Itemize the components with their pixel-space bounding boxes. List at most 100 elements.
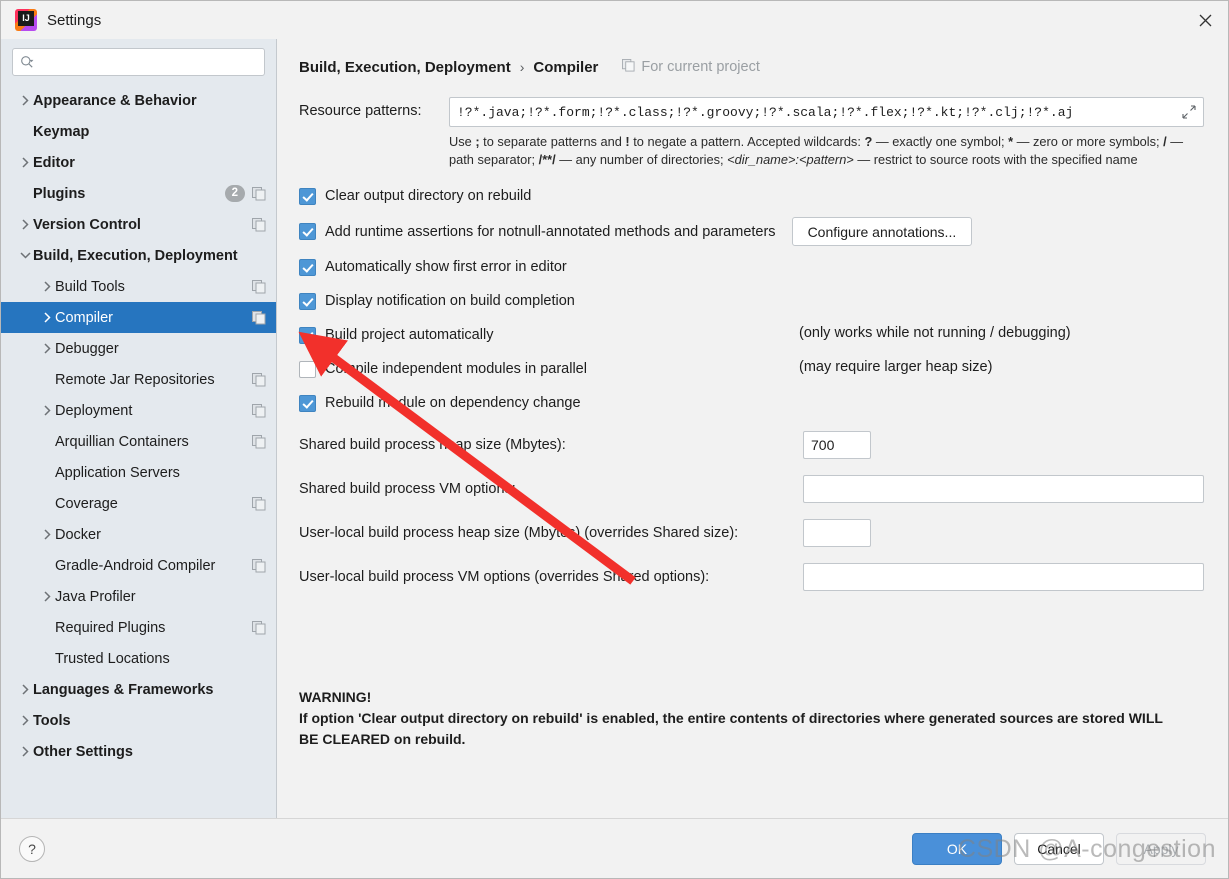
checkbox-checked-icon[interactable] (299, 394, 316, 412)
settings-tree: Appearance & Behavior Keymap Editor Plugins… (1, 84, 276, 818)
sidebar-item-build-tools[interactable]: Build Tools (1, 271, 276, 302)
hint-part: — any number of directories; (555, 152, 728, 167)
sidebar-item-required-plugins[interactable]: Required Plugins (1, 612, 276, 643)
checkbox-checked-icon[interactable] (299, 187, 316, 205)
hint-part: — zero or more symbols; (1013, 134, 1164, 149)
search-box[interactable] (12, 48, 265, 76)
checkbox-checked-icon[interactable] (299, 258, 316, 276)
sidebar-item-languages-frameworks[interactable]: Languages & Frameworks (1, 674, 276, 705)
sidebar-item-application-servers[interactable]: Application Servers (1, 457, 276, 488)
sidebar-item-appearance-behavior[interactable]: Appearance & Behavior (1, 85, 276, 116)
sidebar-item-trusted-locations[interactable]: Trusted Locations (1, 643, 276, 674)
search-input[interactable] (35, 53, 257, 71)
help-button[interactable]: ? (19, 835, 45, 862)
checkbox-checked-icon[interactable] (299, 292, 316, 310)
field-input[interactable] (803, 519, 871, 547)
copy-scope-icon (252, 372, 266, 387)
sidebar-item-label: Docker (55, 526, 101, 543)
option-row: Add runtime assertions for notnull-annot… (299, 217, 1204, 246)
checkbox-checked-icon[interactable] (299, 326, 316, 344)
chevron-right-icon (39, 343, 55, 354)
field-input[interactable] (803, 431, 871, 459)
checkbox-unchecked-icon[interactable] (299, 360, 316, 378)
copy-scope-icon (252, 620, 266, 635)
sidebar-item-label: Debugger (55, 340, 119, 357)
sidebar-item-label: Required Plugins (55, 619, 166, 636)
sidebar-item-compiler[interactable]: Compiler (1, 302, 276, 333)
copy-scope-icon (252, 310, 266, 325)
checkbox-checked-icon[interactable] (299, 223, 316, 240)
sidebar-item-tools[interactable]: Tools (1, 705, 276, 736)
checkbox-clear-output-directory-on-rebuild[interactable]: Clear output directory on rebuild (299, 183, 1204, 209)
chevron-down-icon (17, 251, 33, 260)
sidebar-item-label: Gradle-Android Compiler (55, 557, 216, 574)
field-input[interactable] (803, 563, 1204, 591)
checkbox-automatically-show-first-error-in-editor[interactable]: Automatically show first error in editor (299, 254, 1204, 280)
checkbox-rebuild-module-on-dependency-change[interactable]: Rebuild module on dependency change (299, 390, 1204, 416)
hint-dirname: <dir_name>:<pattern> (727, 152, 854, 167)
sidebar-item-label: Compiler (55, 309, 114, 326)
breadcrumb-leaf: Compiler (533, 58, 599, 76)
sidebar-item-java-profiler[interactable]: Java Profiler (1, 581, 276, 612)
sidebar-item-docker[interactable]: Docker (1, 519, 276, 550)
warning-text: If option 'Clear output directory on reb… (299, 710, 1163, 747)
copy-scope-icon (252, 403, 266, 418)
hint-part: — exactly one symbol; (872, 134, 1009, 149)
expand-icon[interactable] (1182, 105, 1196, 119)
build-process-fields: Shared build process heap size (Mbytes):… (299, 430, 1204, 592)
search-icon (20, 55, 35, 70)
compiler-settings-panel: Build, Execution, Deployment › Compiler … (277, 39, 1228, 818)
sidebar-item-label: Build, Execution, Deployment (33, 247, 238, 264)
settings-sidebar: Appearance & Behavior Keymap Editor Plugins… (1, 39, 277, 818)
for-current-project-text: For current project (641, 59, 760, 75)
breadcrumb-root[interactable]: Build, Execution, Deployment (299, 59, 511, 76)
chevron-right-icon (17, 95, 33, 106)
sidebar-item-label: Remote Jar Repositories (55, 371, 215, 388)
field-label: User-local build process heap size (Mbyt… (299, 525, 739, 541)
sidebar-item-label: Arquillian Containers (55, 433, 189, 450)
sidebar-item-version-control[interactable]: Version Control (1, 209, 276, 240)
sidebar-item-build-execution-deployment[interactable]: Build, Execution, Deployment (1, 240, 276, 271)
copy-scope-icon (622, 58, 635, 76)
checkbox-compile-independent-modules-in-parallel[interactable]: Compile independent modules in parallel (299, 356, 1204, 382)
field-row: User-local build process heap size (Mbyt… (299, 518, 1204, 548)
sidebar-item-debugger[interactable]: Debugger (1, 333, 276, 364)
sidebar-item-editor[interactable]: Editor (1, 147, 276, 178)
chevron-right-icon (17, 715, 33, 726)
field-input[interactable] (803, 475, 1204, 503)
chevron-right-icon (39, 529, 55, 540)
sidebar-item-label: Deployment (55, 402, 133, 419)
sidebar-item-label: Application Servers (55, 464, 180, 481)
resource-patterns-input[interactable] (449, 97, 1204, 127)
chevron-right-icon (17, 157, 33, 168)
sidebar-item-label: Tools (33, 712, 71, 729)
field-row: User-local build process VM options (ove… (299, 562, 1204, 592)
chevron-right-icon (39, 591, 55, 602)
field-row: Shared build process VM options: (299, 474, 1204, 504)
sidebar-item-plugins[interactable]: Plugins 2 (1, 178, 276, 209)
configure-annotations-button[interactable]: Configure annotations... (791, 217, 973, 246)
sidebar-item-label: Trusted Locations (55, 650, 170, 667)
checkbox-add-runtime-assertions-for-notnull-annotated-methods-and-parameters[interactable]: Add runtime assertions for notnull-annot… (299, 217, 1204, 246)
sidebar-item-gradle-android-compiler[interactable]: Gradle-Android Compiler (1, 550, 276, 581)
resource-patterns-label: Resource patterns: (299, 103, 422, 119)
field-label: Shared build process heap size (Mbytes): (299, 437, 566, 453)
sidebar-item-label: Coverage (55, 495, 118, 512)
copy-scope-icon (252, 496, 266, 511)
hint-part: to negate a pattern. Accepted wildcards: (629, 134, 865, 149)
copy-scope-icon (252, 217, 266, 232)
settings-dialog: Settings (0, 0, 1229, 879)
sidebar-item-coverage[interactable]: Coverage (1, 488, 276, 519)
sidebar-item-keymap[interactable]: Keymap (1, 116, 276, 147)
dialog-body: Appearance & Behavior Keymap Editor Plugins… (1, 39, 1228, 818)
sidebar-item-other-settings[interactable]: Other Settings (1, 736, 276, 767)
close-icon[interactable] (1182, 1, 1228, 39)
checkbox-display-notification-on-build-completion[interactable]: Display notification on build completion (299, 288, 1204, 314)
chevron-right-icon (39, 312, 55, 323)
sidebar-item-remote-jar-repositories[interactable]: Remote Jar Repositories (1, 364, 276, 395)
option-row: Rebuild module on dependency change (299, 390, 1204, 416)
sidebar-item-deployment[interactable]: Deployment (1, 395, 276, 426)
checkbox-label: Clear output directory on rebuild (325, 188, 532, 204)
sidebar-item-arquillian-containers[interactable]: Arquillian Containers (1, 426, 276, 457)
checkbox-label: Build project automatically (325, 327, 494, 343)
